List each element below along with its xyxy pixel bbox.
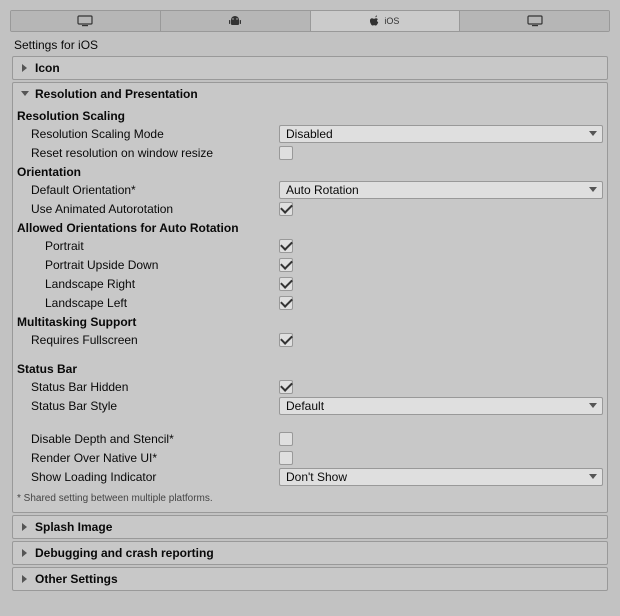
portrait-checkbox[interactable] — [279, 239, 293, 253]
requires-fullscreen-checkbox[interactable] — [279, 333, 293, 347]
section-splash: Splash Image — [12, 515, 608, 539]
monitor-icon — [77, 15, 93, 27]
section-resolution-header[interactable]: Resolution and Presentation — [13, 83, 607, 105]
section-other: Other Settings — [12, 567, 608, 591]
orientation-header: Orientation — [17, 163, 603, 181]
section-other-title: Other Settings — [35, 572, 118, 586]
disable-depth-stencil-checkbox[interactable] — [279, 432, 293, 446]
default-orientation-dropdown[interactable]: Auto Rotation — [279, 181, 603, 199]
disable-depth-stencil-label: Disable Depth and Stencil* — [17, 432, 279, 446]
section-other-header[interactable]: Other Settings — [13, 568, 607, 590]
dropdown-value: Don't Show — [286, 470, 347, 484]
portrait-upside-down-checkbox[interactable] — [279, 258, 293, 272]
landscape-left-checkbox[interactable] — [279, 296, 293, 310]
apple-icon — [370, 15, 380, 27]
chevron-down-icon — [588, 472, 598, 482]
chevron-down-icon — [19, 88, 31, 100]
use-animated-autorotation-checkbox[interactable] — [279, 202, 293, 216]
tab-android[interactable] — [161, 11, 311, 31]
status-bar-hidden-label: Status Bar Hidden — [17, 380, 279, 394]
section-splash-header[interactable]: Splash Image — [13, 516, 607, 538]
tab-ios-label: iOS — [384, 16, 399, 26]
portrait-label: Portrait — [17, 239, 279, 253]
section-resolution: Resolution and Presentation Resolution S… — [12, 82, 608, 513]
status-bar-hidden-checkbox[interactable] — [279, 380, 293, 394]
dropdown-value: Auto Rotation — [286, 183, 359, 197]
chevron-down-icon — [588, 401, 598, 411]
status-bar-style-label: Status Bar Style — [17, 399, 279, 413]
android-icon — [228, 14, 242, 28]
section-debug-header[interactable]: Debugging and crash reporting — [13, 542, 607, 564]
status-bar-header: Status Bar — [17, 360, 603, 378]
chevron-down-icon — [588, 129, 598, 139]
landscape-left-label: Landscape Left — [17, 296, 279, 310]
tab-standalone[interactable] — [11, 11, 161, 31]
show-loading-indicator-dropdown[interactable]: Don't Show — [279, 468, 603, 486]
dropdown-value: Disabled — [286, 127, 333, 141]
player-settings-ios: iOS Settings for iOS Icon Resolution and… — [0, 0, 620, 616]
render-over-native-ui-checkbox[interactable] — [279, 451, 293, 465]
tab-other-platform[interactable] — [460, 11, 609, 31]
section-icon-title: Icon — [35, 61, 60, 75]
chevron-right-icon — [19, 573, 31, 585]
resolution-scaling-mode-dropdown[interactable]: Disabled — [279, 125, 603, 143]
chevron-down-icon — [588, 185, 598, 195]
show-loading-indicator-label: Show Loading Indicator — [17, 470, 279, 484]
chevron-right-icon — [19, 547, 31, 559]
render-over-native-ui-label: Render Over Native UI* — [17, 451, 279, 465]
section-resolution-title: Resolution and Presentation — [35, 87, 198, 101]
shared-setting-note: * Shared setting between multiple platfo… — [17, 487, 603, 506]
chevron-right-icon — [19, 62, 31, 74]
section-debug: Debugging and crash reporting — [12, 541, 608, 565]
requires-fullscreen-label: Requires Fullscreen — [17, 333, 279, 347]
dropdown-value: Default — [286, 399, 324, 413]
section-splash-title: Splash Image — [35, 520, 112, 534]
multitasking-header: Multitasking Support — [17, 313, 603, 331]
settings-title: Settings for iOS — [10, 34, 610, 54]
section-debug-title: Debugging and crash reporting — [35, 546, 214, 560]
allowed-orientations-header: Allowed Orientations for Auto Rotation — [17, 219, 603, 237]
use-animated-autorotation-label: Use Animated Autorotation — [17, 202, 279, 216]
resolution-scaling-mode-label: Resolution Scaling Mode — [17, 127, 279, 141]
landscape-right-label: Landscape Right — [17, 277, 279, 291]
platform-tabs: iOS — [10, 10, 610, 32]
section-icon-header[interactable]: Icon — [13, 57, 607, 79]
status-bar-style-dropdown[interactable]: Default — [279, 397, 603, 415]
resolution-scaling-header: Resolution Scaling — [17, 107, 603, 125]
reset-resolution-checkbox[interactable] — [279, 146, 293, 160]
default-orientation-label: Default Orientation* — [17, 183, 279, 197]
monitor-icon — [527, 15, 543, 27]
section-icon: Icon — [12, 56, 608, 80]
portrait-upside-down-label: Portrait Upside Down — [17, 258, 279, 272]
reset-resolution-label: Reset resolution on window resize — [17, 146, 279, 160]
chevron-right-icon — [19, 521, 31, 533]
landscape-right-checkbox[interactable] — [279, 277, 293, 291]
tab-ios[interactable]: iOS — [311, 11, 461, 31]
